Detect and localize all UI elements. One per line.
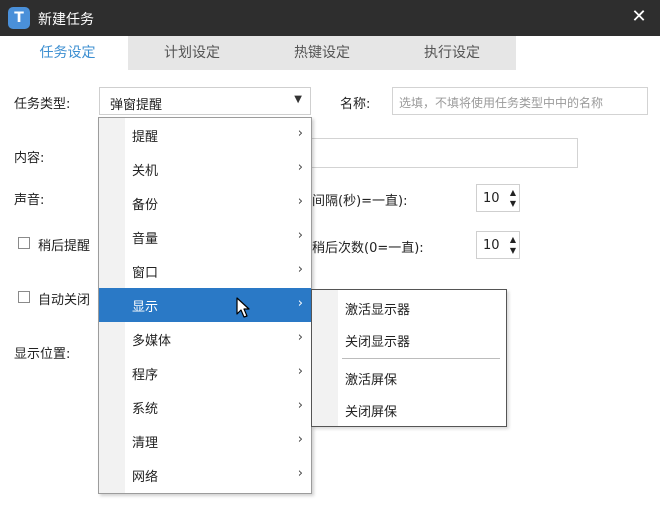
chevron-right-icon: ›: [297, 126, 303, 141]
app-logo-icon: T: [8, 7, 30, 29]
chevron-right-icon: ›: [297, 398, 303, 413]
name-label: 名称:: [340, 97, 371, 112]
interval-stepper[interactable]: 10 ▲ ▼: [476, 184, 520, 212]
menu-item-label: 提醒: [132, 130, 159, 145]
menu-item-backup[interactable]: 备份 ›: [99, 186, 311, 220]
submenu-item-activate-monitor[interactable]: 激活显示器: [312, 292, 506, 322]
submenu-item-label: 关闭显示器: [345, 335, 411, 350]
menu-item-label: 程序: [132, 368, 159, 383]
menu-item-label: 系统: [132, 402, 159, 417]
menu-item-multimedia[interactable]: 多媒体 ›: [99, 322, 311, 356]
task-type-menu: 提醒 › 关机 › 备份 › 音量 › 窗口 › 显示 › 多媒体 › 程序 ›…: [98, 117, 312, 494]
name-placeholder: 选填，不填将使用任务类型中中的名称: [399, 96, 604, 110]
menu-item-label: 备份: [132, 198, 159, 213]
task-type-label: 任务类型:: [14, 97, 71, 112]
name-input[interactable]: 选填，不填将使用任务类型中中的名称: [392, 87, 648, 115]
menu-item-cleanup[interactable]: 清理 ›: [99, 424, 311, 458]
dropdown-arrow-icon: ▼: [294, 94, 302, 105]
autoclose-checkbox[interactable]: [18, 291, 30, 303]
submenu-item-label: 激活屏保: [345, 373, 398, 388]
snooze-count-label: 稍后次数(0=一直):: [312, 241, 424, 256]
content-label: 内容:: [14, 151, 45, 166]
chevron-right-icon: ›: [297, 432, 303, 447]
chevron-right-icon: ›: [297, 262, 303, 277]
task-type-select[interactable]: 弹窗提醒 ▼: [99, 87, 311, 115]
tab-hotkey-settings[interactable]: 热键设定: [256, 36, 388, 70]
content-input[interactable]: [306, 138, 578, 168]
menu-item-label: 音量: [132, 232, 159, 247]
submenu-item-label: 激活显示器: [345, 303, 411, 318]
chevron-right-icon: ›: [297, 228, 303, 243]
tab-schedule-settings[interactable]: 计划设定: [128, 36, 256, 70]
menu-item-shutdown[interactable]: 关机 ›: [99, 152, 311, 186]
chevron-right-icon: ›: [297, 364, 303, 379]
display-submenu: 激活显示器 关闭显示器 激活屏保 关闭屏保: [311, 289, 507, 427]
menu-item-label: 网络: [132, 470, 159, 485]
title-bar: T 新建任务 ✕: [0, 0, 660, 36]
task-type-value: 弹窗提醒: [110, 98, 163, 113]
menu-item-window[interactable]: 窗口 ›: [99, 254, 311, 288]
tab-execution-settings[interactable]: 执行设定: [388, 36, 516, 70]
chevron-right-icon: ›: [297, 194, 303, 209]
menu-item-volume[interactable]: 音量 ›: [99, 220, 311, 254]
chevron-right-icon: ›: [297, 160, 303, 175]
interval-value: 10: [483, 191, 500, 206]
stepper-down-icon[interactable]: ▼: [510, 246, 516, 255]
stepper-up-icon[interactable]: ▲: [510, 188, 516, 197]
menu-item-label: 多媒体: [132, 334, 172, 349]
submenu-item-activate-screensaver[interactable]: 激活屏保: [312, 362, 506, 392]
menu-item-display[interactable]: 显示 ›: [99, 288, 311, 322]
stepper-up-icon[interactable]: ▲: [510, 235, 516, 244]
menu-item-reminder[interactable]: 提醒 ›: [99, 118, 311, 152]
autoclose-checkbox-label: 自动关闭: [38, 293, 91, 308]
submenu-item-close-screensaver[interactable]: 关闭屏保: [312, 394, 506, 424]
chevron-right-icon: ›: [297, 466, 303, 481]
stepper-down-icon[interactable]: ▼: [510, 199, 516, 208]
snooze-checkbox[interactable]: [18, 237, 30, 249]
menu-item-system[interactable]: 系统 ›: [99, 390, 311, 424]
menu-item-network[interactable]: 网络 ›: [99, 458, 311, 492]
tab-task-settings[interactable]: 任务设定: [0, 36, 135, 70]
window-title: 新建任务: [38, 12, 94, 28]
submenu-separator: [342, 358, 500, 359]
menu-item-label: 窗口: [132, 266, 159, 281]
snooze-checkbox-label: 稍后提醒: [38, 239, 91, 254]
chevron-right-icon: ›: [297, 330, 303, 345]
sound-label: 声音:: [14, 193, 45, 208]
menu-item-label: 清理: [132, 436, 159, 451]
display-position-label: 显示位置:: [14, 347, 71, 362]
submenu-item-label: 关闭屏保: [345, 405, 398, 420]
snooze-count-value: 10: [483, 238, 500, 253]
menu-item-label: 显示: [132, 300, 159, 315]
submenu-item-turn-off-monitor[interactable]: 关闭显示器: [312, 324, 506, 354]
close-button[interactable]: ✕: [626, 4, 652, 30]
snooze-count-stepper[interactable]: 10 ▲ ▼: [476, 231, 520, 259]
close-icon: ✕: [631, 6, 647, 27]
chevron-right-icon: ›: [297, 296, 303, 311]
menu-item-program[interactable]: 程序 ›: [99, 356, 311, 390]
tab-bar: 任务设定 计划设定 热键设定 执行设定: [0, 36, 660, 70]
mouse-cursor-icon: [236, 297, 250, 318]
menu-item-label: 关机: [132, 164, 159, 179]
interval-label: 间隔(秒)=一直):: [312, 194, 408, 209]
